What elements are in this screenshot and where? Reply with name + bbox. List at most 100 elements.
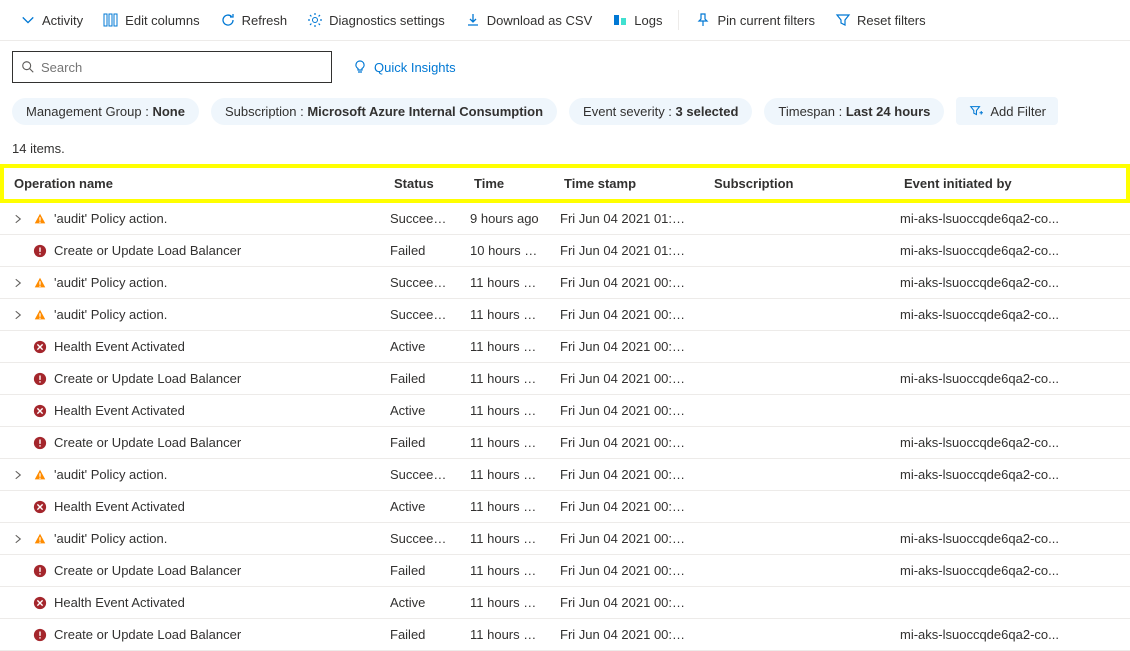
- expand-toggle[interactable]: [10, 533, 26, 545]
- cell-status: Succeeded: [380, 303, 460, 326]
- filter-reset-icon: [835, 12, 851, 28]
- activity-dropdown[interactable]: Activity: [12, 8, 91, 32]
- table-row[interactable]: Create or Update Load BalancerFailed11 h…: [0, 427, 1130, 459]
- table-row[interactable]: Health Event ActivatedActive11 hours ago…: [0, 395, 1130, 427]
- grid-header: Operation name Status Time Time stamp Su…: [0, 164, 1130, 203]
- table-row[interactable]: Create or Update Load BalancerFailed11 h…: [0, 619, 1130, 651]
- cell-timestamp: Fri Jun 04 2021 00:33:0...: [550, 367, 700, 390]
- refresh-icon: [220, 12, 236, 28]
- cell-time: 11 hours ago: [460, 303, 550, 326]
- grid-body: 'audit' Policy action.Succeeded9 hours a…: [0, 203, 1130, 651]
- cell-initiated-by: mi-aks-lsuoccqde6qa2-co...: [890, 367, 1130, 390]
- cell-initiated-by: [890, 343, 1130, 351]
- cell-subscription: [700, 631, 890, 639]
- col-initiated-by[interactable]: Event initiated by: [894, 168, 1126, 199]
- cell-timestamp: Fri Jun 04 2021 01:35:0...: [550, 239, 700, 262]
- reset-button[interactable]: Reset filters: [827, 8, 934, 32]
- edit-columns-button[interactable]: Edit columns: [95, 8, 207, 32]
- cell-time: 11 hours ago: [460, 495, 550, 518]
- lightbulb-icon: [352, 59, 368, 75]
- toolbar-separator: [678, 10, 679, 30]
- logs-icon: [612, 12, 628, 28]
- diagnostics-button[interactable]: Diagnostics settings: [299, 8, 453, 32]
- status-icon: [32, 595, 48, 611]
- pin-button[interactable]: Pin current filters: [687, 8, 823, 32]
- table-row[interactable]: Create or Update Load BalancerFailed11 h…: [0, 363, 1130, 395]
- cell-time: 11 hours ago: [460, 591, 550, 614]
- cell-timestamp: Fri Jun 04 2021 00:01:5...: [550, 623, 700, 646]
- logs-button[interactable]: Logs: [604, 8, 670, 32]
- table-row[interactable]: Health Event ActivatedActive11 hours ago…: [0, 587, 1130, 619]
- status-icon: [32, 499, 48, 515]
- expand-toggle[interactable]: [10, 469, 26, 481]
- expand-toggle[interactable]: [10, 213, 26, 225]
- status-icon: [32, 339, 48, 355]
- edit-columns-label: Edit columns: [125, 13, 199, 28]
- refresh-button[interactable]: Refresh: [212, 8, 296, 32]
- add-filter-button[interactable]: Add Filter: [956, 97, 1058, 125]
- cell-status: Succeeded: [380, 463, 460, 486]
- cell-timestamp: Fri Jun 04 2021 00:12:2...: [550, 495, 700, 518]
- cell-time: 11 hours ago: [460, 623, 550, 646]
- cell-status: Failed: [380, 367, 460, 390]
- col-subscription[interactable]: Subscription: [704, 168, 894, 199]
- table-row[interactable]: 'audit' Policy action.Succeeded11 hours …: [0, 267, 1130, 299]
- cell-initiated-by: [890, 599, 1130, 607]
- operation-name: Create or Update Load Balancer: [54, 435, 241, 450]
- status-icon: [32, 275, 48, 291]
- activity-grid: Operation name Status Time Time stamp Su…: [0, 164, 1130, 651]
- table-row[interactable]: 'audit' Policy action.Succeeded9 hours a…: [0, 203, 1130, 235]
- operation-name: Health Event Activated: [54, 403, 185, 418]
- status-icon: [32, 563, 48, 579]
- status-icon: [32, 435, 48, 451]
- cell-status: Succeeded: [380, 207, 460, 230]
- pin-label: Pin current filters: [717, 13, 815, 28]
- col-timestamp[interactable]: Time stamp: [554, 168, 704, 199]
- cell-initiated-by: mi-aks-lsuoccqde6qa2-co...: [890, 527, 1130, 550]
- table-row[interactable]: 'audit' Policy action.Succeeded11 hours …: [0, 299, 1130, 331]
- search-input[interactable]: [41, 60, 323, 75]
- cell-initiated-by: mi-aks-lsuoccqde6qa2-co...: [890, 303, 1130, 326]
- cell-timestamp: Fri Jun 04 2021 00:10:3...: [550, 559, 700, 582]
- operation-name: 'audit' Policy action.: [54, 467, 167, 482]
- cell-time: 10 hours ago: [460, 239, 550, 262]
- expand-toggle[interactable]: [10, 309, 26, 321]
- table-row[interactable]: 'audit' Policy action.Succeeded11 hours …: [0, 523, 1130, 555]
- cell-timestamp: Fri Jun 04 2021 00:21:0...: [550, 463, 700, 486]
- download-button[interactable]: Download as CSV: [457, 8, 601, 32]
- filter-subscription[interactable]: Subscription : Microsoft Azure Internal …: [211, 98, 557, 125]
- table-row[interactable]: Health Event ActivatedActive11 hours ago…: [0, 331, 1130, 363]
- cell-timestamp: Fri Jun 04 2021 00:36:1...: [550, 335, 700, 358]
- cell-subscription: [700, 599, 890, 607]
- cell-subscription: [700, 439, 890, 447]
- cell-timestamp: Fri Jun 04 2021 00:02:1...: [550, 591, 700, 614]
- search-box[interactable]: [12, 51, 332, 83]
- operation-name: Create or Update Load Balancer: [54, 627, 241, 642]
- chevron-down-icon: [20, 12, 36, 28]
- quick-insights-link[interactable]: Quick Insights: [352, 59, 456, 75]
- col-time[interactable]: Time: [464, 168, 554, 199]
- operation-name: Create or Update Load Balancer: [54, 243, 241, 258]
- columns-icon: [103, 12, 119, 28]
- cell-subscription: [700, 247, 890, 255]
- cell-time: 11 hours ago: [460, 431, 550, 454]
- filter-management-group[interactable]: Management Group : None: [12, 98, 199, 125]
- expand-toggle[interactable]: [10, 277, 26, 289]
- cell-time: 11 hours ago: [460, 367, 550, 390]
- col-status[interactable]: Status: [384, 168, 464, 199]
- table-row[interactable]: 'audit' Policy action.Succeeded11 hours …: [0, 459, 1130, 491]
- add-filter-label: Add Filter: [990, 104, 1046, 119]
- status-icon: [32, 243, 48, 259]
- toolbar: Activity Edit columns Refresh Diagnostic…: [0, 0, 1130, 41]
- cell-status: Active: [380, 591, 460, 614]
- table-row[interactable]: Create or Update Load BalancerFailed10 h…: [0, 235, 1130, 267]
- diagnostics-label: Diagnostics settings: [329, 13, 445, 28]
- table-row[interactable]: Health Event ActivatedActive11 hours ago…: [0, 491, 1130, 523]
- operation-name: 'audit' Policy action.: [54, 211, 167, 226]
- filter-timespan[interactable]: Timespan : Last 24 hours: [764, 98, 944, 125]
- cell-initiated-by: [890, 407, 1130, 415]
- status-icon: [32, 627, 48, 643]
- col-operation[interactable]: Operation name: [4, 168, 384, 199]
- filter-severity[interactable]: Event severity : 3 selected: [569, 98, 752, 125]
- table-row[interactable]: Create or Update Load BalancerFailed11 h…: [0, 555, 1130, 587]
